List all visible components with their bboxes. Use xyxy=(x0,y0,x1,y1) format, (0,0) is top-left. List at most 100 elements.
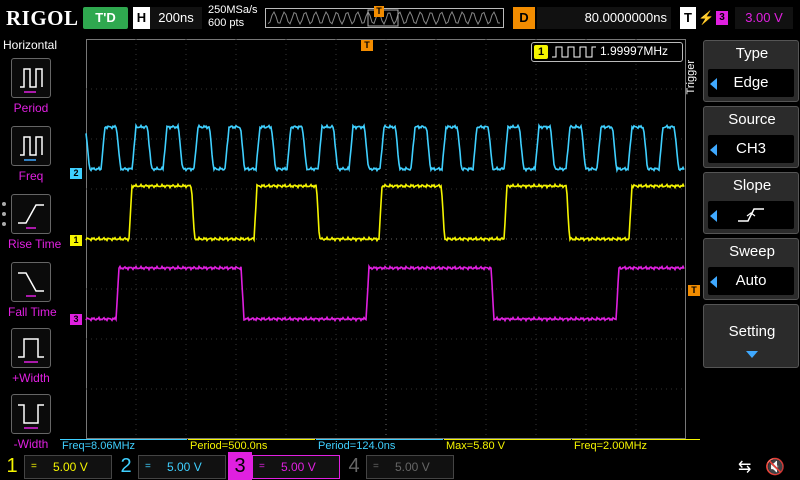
trigger-source-value: CH3 xyxy=(708,135,794,163)
measure-period-label: Period xyxy=(13,101,49,115)
ch2-waveform xyxy=(85,122,685,174)
ch3-scale: 5.00 V xyxy=(281,460,316,474)
trigger-sweep-value: Auto xyxy=(708,267,794,295)
run-state-badge[interactable]: T'D xyxy=(83,7,128,29)
speaker-icon[interactable]: 🔇 xyxy=(765,457,785,477)
scroll-indicator[interactable] xyxy=(2,202,7,232)
trigger-type-title: Type xyxy=(735,45,769,62)
ch2-scale: 5.00 V xyxy=(167,460,202,474)
menu-title: Trigger xyxy=(685,60,697,95)
dc-coupling-icon: = xyxy=(31,461,37,472)
ch4-scale: 5.00 V xyxy=(395,460,430,474)
ch2-status[interactable]: 2 = 5.00 V xyxy=(114,452,226,480)
measure-freq-label: Freq xyxy=(18,169,44,183)
counter-channel: 1 xyxy=(534,45,548,59)
pulse-icon xyxy=(552,46,596,58)
measure-negative-width-label: -Width xyxy=(13,437,49,451)
usb-icon: ⇆ xyxy=(738,459,752,476)
measurement-item[interactable]: Period=124.0ns xyxy=(316,439,443,452)
measure-fall-time-button[interactable]: Fall Time xyxy=(8,262,57,319)
trigger-position-marker: T xyxy=(374,6,384,17)
acquisition-info: 250MSa/s 600 pts xyxy=(208,4,258,30)
trigger-menu: Type Edge Source CH3 Slope Sweep Auto Se… xyxy=(703,36,800,452)
delay-label: D xyxy=(513,7,535,29)
positive-width-icon xyxy=(11,328,51,368)
ch3-scale-box: = 5.00 V xyxy=(252,455,340,479)
timebase-value[interactable]: 200ns xyxy=(150,7,202,29)
trigger-label: T xyxy=(680,7,696,29)
trigger-slope-value xyxy=(708,201,794,229)
measure-positive-width-label: +Width xyxy=(12,371,50,385)
ch1-scale: 5.00 V xyxy=(53,460,88,474)
trigger-type-button[interactable]: Type Edge xyxy=(703,40,799,102)
measurement-bar: Freq=8.06MHz Period=500.0ns Period=124.0… xyxy=(60,439,700,452)
left-arrow-icon xyxy=(710,144,717,156)
trigger-sweep-button[interactable]: Sweep Auto xyxy=(703,238,799,300)
measure-rise-time-label: Rise Time xyxy=(8,237,62,251)
measure-negative-width-button[interactable]: -Width xyxy=(8,394,54,451)
ch1-status[interactable]: 1 = 5.00 V xyxy=(0,452,112,480)
ch3-status[interactable]: 3 = 5.00 V xyxy=(228,452,340,480)
dc-coupling-icon: = xyxy=(145,461,151,472)
measure-period-button[interactable]: Period xyxy=(8,58,54,115)
timebase-label: H xyxy=(133,7,150,29)
sample-rate: 250MSa/s xyxy=(208,4,258,16)
measurement-item[interactable]: Period=500.0ns xyxy=(188,439,315,452)
measurement-item[interactable]: Freq=8.06MHz xyxy=(60,439,187,452)
trigger-source-button[interactable]: Source CH3 xyxy=(703,106,799,168)
panel-title: Horizontal xyxy=(2,38,58,52)
ch2-scale-box: = 5.00 V xyxy=(138,455,226,479)
trigger-edge-icon: ⚡ xyxy=(698,10,715,25)
frequency-counter: 1 1.99997MHz xyxy=(531,42,683,62)
ch3-waveform xyxy=(85,263,685,323)
trigger-channel: 3 xyxy=(716,11,728,25)
rise-time-icon xyxy=(11,194,51,234)
measure-positive-width-button[interactable]: +Width xyxy=(8,328,54,385)
period-icon xyxy=(11,58,51,98)
dc-coupling-icon: = xyxy=(373,461,379,472)
ch1-waveform xyxy=(85,182,685,243)
left-arrow-icon xyxy=(710,78,717,90)
trigger-level[interactable]: 3.00 V xyxy=(735,7,793,29)
ch3-offset-marker[interactable]: 3 xyxy=(70,314,82,325)
memory-depth: 600 pts xyxy=(208,17,245,29)
trigger-slope-title: Slope xyxy=(732,177,772,194)
trigger-slope-button[interactable]: Slope xyxy=(703,172,799,234)
ch1-offset-marker[interactable]: 1 xyxy=(70,235,82,246)
fall-time-icon xyxy=(11,262,51,302)
left-arrow-icon xyxy=(710,210,717,222)
trigger-sweep-title: Sweep xyxy=(729,243,775,260)
measure-rise-time-button[interactable]: Rise Time xyxy=(8,194,62,251)
ch2-offset-marker[interactable]: 2 xyxy=(70,168,82,179)
trigger-type-value: Edge xyxy=(708,69,794,97)
channel-status-bar: 1 = 5.00 V 2 = 5.00 V 3 = 5.00 V 4 = 5.0… xyxy=(0,452,800,480)
horizontal-measure-panel: Horizontal Period Freq Rise Time Fall Ti… xyxy=(0,36,62,452)
rising-edge-icon xyxy=(738,208,764,222)
measurement-item[interactable]: Freq=2.00MHz xyxy=(572,439,700,452)
trigger-level-marker[interactable]: T xyxy=(688,285,700,296)
ch4-scale-box: = 5.00 V xyxy=(366,455,454,479)
brand-logo: RIGOL xyxy=(6,6,79,30)
ch1-scale-box: = 5.00 V xyxy=(24,455,112,479)
chevron-down-icon xyxy=(746,351,758,358)
memory-overview: T xyxy=(265,6,504,28)
left-arrow-icon xyxy=(710,276,717,288)
measure-fall-time-label: Fall Time xyxy=(8,305,57,319)
top-status-bar: RIGOL T'D H 200ns 250MSa/s 600 pts T D 8… xyxy=(0,0,800,36)
measure-freq-button[interactable]: Freq xyxy=(8,126,54,183)
waveform-area xyxy=(85,39,686,438)
negative-width-icon xyxy=(11,394,51,434)
memory-overview-waveform xyxy=(267,9,501,27)
trigger-setting-title: Setting xyxy=(728,323,776,340)
trigger-setting-button[interactable]: Setting xyxy=(703,304,799,368)
counter-value: 1.99997MHz xyxy=(600,44,669,58)
ch1-number: 1 xyxy=(6,455,18,477)
trigger-source-title: Source xyxy=(728,111,776,128)
ch3-number: 3 xyxy=(228,452,252,480)
ch2-number: 2 xyxy=(120,455,132,477)
trigger-time-marker[interactable]: T xyxy=(361,40,373,51)
measurement-item[interactable]: Max=5.80 V xyxy=(444,439,571,452)
ch4-number: 4 xyxy=(348,455,360,477)
ch4-status[interactable]: 4 = 5.00 V xyxy=(342,452,454,480)
delay-value[interactable]: 80.0000000ns xyxy=(537,7,671,29)
